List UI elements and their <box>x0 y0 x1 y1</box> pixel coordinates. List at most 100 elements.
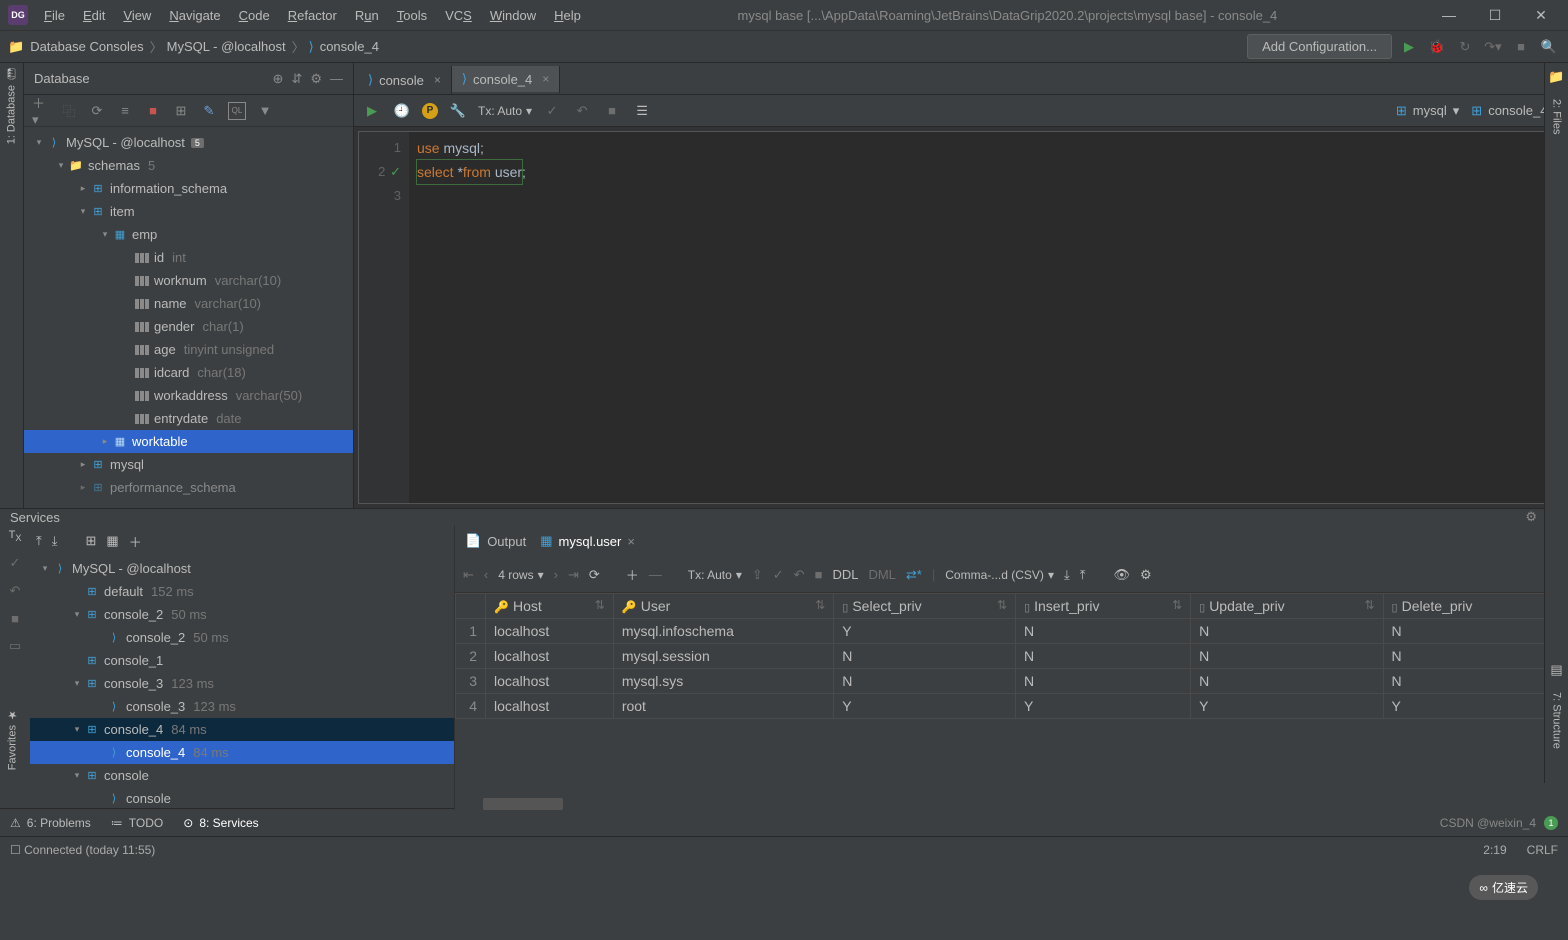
cell[interactable]: Y <box>834 619 1016 644</box>
rows-count[interactable]: 4 rows ▾ <box>498 568 543 582</box>
services-tree-item[interactable]: ⟩console <box>30 787 454 810</box>
sort-icon[interactable]: ⇅ <box>997 598 1007 612</box>
structure-icon[interactable]: ▤ <box>1550 662 1562 678</box>
sort-icon[interactable]: ⇅ <box>815 598 825 612</box>
commit-icon[interactable]: ✓ <box>542 101 562 121</box>
sort-icon[interactable]: ⇅ <box>1172 598 1182 612</box>
stop-icon[interactable]: ■ <box>1510 36 1532 58</box>
services-tree[interactable]: ▾⟩ MySQL - @localhost ⊞default152 ms▾⊞co… <box>30 557 454 810</box>
problems-button[interactable]: ⚠6: Problems <box>10 816 91 830</box>
tree-schema-item[interactable]: ▾⊞ item <box>24 200 353 223</box>
add-configuration-button[interactable]: Add Configuration... <box>1247 34 1392 59</box>
table-icon[interactable]: ⊞ <box>172 102 190 120</box>
remove-row-icon[interactable]: — <box>649 567 662 582</box>
tree-column[interactable]: namevarchar(10) <box>24 292 353 315</box>
tree-column[interactable]: agetinyint unsigned <box>24 338 353 361</box>
cell[interactable]: mysql.infoschema <box>613 619 833 644</box>
explain-icon[interactable]: P <box>422 103 438 119</box>
tab-console[interactable]: ⟩ console × <box>358 66 452 94</box>
collapse-all-icon[interactable]: ⤓ <box>52 533 58 549</box>
tree-column[interactable]: idint <box>24 246 353 269</box>
cell[interactable]: N <box>1016 644 1191 669</box>
code-area[interactable]: use mysql; select *from user; <box>409 132 1563 503</box>
prev-page-icon[interactable]: ‹ <box>484 567 488 582</box>
cell[interactable]: N <box>1383 644 1567 669</box>
breadcrumb-console[interactable]: ⟩ console_4 <box>309 39 379 55</box>
tree-column[interactable]: workaddressvarchar(50) <box>24 384 353 407</box>
compare-icon[interactable]: ⇄* <box>906 567 922 583</box>
dml-button[interactable]: DML <box>868 567 895 582</box>
funnel-icon[interactable]: ▼ <box>256 102 274 120</box>
code-editor[interactable]: 1 2 ✓ 3 use mysql; select *from user; ✓ <box>358 131 1564 504</box>
submit-icon[interactable]: ⇪ <box>752 567 763 583</box>
column-header[interactable]: 🔑User⇅ <box>613 594 833 619</box>
export-icon[interactable]: ⤓ <box>1064 567 1070 583</box>
tree-table-emp[interactable]: ▾▦ emp <box>24 223 353 246</box>
services-tree-item[interactable]: ▾⊞console <box>30 764 454 787</box>
folder-icon[interactable]: 📁 <box>1548 69 1564 85</box>
sort-icon[interactable]: ⇅ <box>1364 598 1374 612</box>
tab-mysql-user[interactable]: ▦mysql.user × <box>540 533 635 549</box>
cell[interactable]: N <box>834 644 1016 669</box>
services-tree-item[interactable]: ▾⊞console_250 ms <box>30 603 454 626</box>
stop-red-icon[interactable]: ■ <box>144 102 162 120</box>
column-header[interactable]: 🔑Host⇅ <box>486 594 614 619</box>
menu-view[interactable]: View <box>115 4 159 27</box>
minimize-button[interactable]: — <box>1426 0 1472 31</box>
breadcrumb-root[interactable]: 📁 Database Consoles 〉 <box>8 37 163 56</box>
close-icon[interactable]: × <box>542 72 549 86</box>
add-row-icon[interactable]: ＋ <box>626 565 639 584</box>
sort-icon[interactable]: ⇅ <box>595 598 605 612</box>
menu-run[interactable]: Run <box>347 4 387 27</box>
add-service-icon[interactable]: ＋ <box>129 532 142 551</box>
services-tree-item[interactable]: ⊞default152 ms <box>30 580 454 603</box>
result-grid[interactable]: 🔑Host⇅🔑User⇅▯Select_priv⇅▯Insert_priv⇅▯U… <box>455 593 1568 796</box>
cell[interactable]: Y <box>1016 694 1191 719</box>
line-ending[interactable]: CRLF <box>1527 843 1558 857</box>
caret-position[interactable]: 2:19 <box>1483 843 1506 857</box>
column-header[interactable]: ▯Insert_priv⇅ <box>1016 594 1191 619</box>
cell[interactable]: localhost <box>486 619 614 644</box>
menu-vcs[interactable]: VCS <box>437 4 480 27</box>
services-tree-root[interactable]: ▾⟩ MySQL - @localhost <box>30 557 454 580</box>
services-tree-item[interactable]: ⟩console_250 ms <box>30 626 454 649</box>
cell[interactable]: Y <box>834 694 1016 719</box>
tab-console-4[interactable]: ⟩ console_4 × <box>452 66 560 94</box>
collapse-icon[interactable]: ⇵ <box>291 71 302 87</box>
gear-icon[interactable]: ⚙ <box>1525 509 1537 525</box>
locate-icon[interactable]: ⊕ <box>273 71 284 87</box>
database-tree[interactable]: ▾⟩ MySQL - @localhost 5 ▾📁 schemas 5 ▸⊞ … <box>24 127 353 508</box>
services-tree-item[interactable]: ▾⊞console_3123 ms <box>30 672 454 695</box>
next-page-icon[interactable]: › <box>554 567 558 582</box>
cell[interactable]: mysql.sys <box>613 669 833 694</box>
group-icon[interactable]: ⊞ <box>86 533 97 549</box>
copy-icon[interactable]: ⿻ <box>60 102 78 120</box>
rollback-icon[interactable]: ↶ <box>572 101 592 121</box>
search-icon[interactable]: 🔍 <box>1538 36 1560 58</box>
tree-column[interactable]: genderchar(1) <box>24 315 353 338</box>
cell[interactable]: root <box>613 694 833 719</box>
row-number[interactable]: 2 <box>456 644 486 669</box>
tree-column[interactable]: worknumvarchar(10) <box>24 269 353 292</box>
cell[interactable]: localhost <box>486 644 614 669</box>
cell[interactable]: N <box>1191 669 1383 694</box>
menu-tools[interactable]: Tools <box>389 4 435 27</box>
column-header[interactable]: ▯Select_priv⇅ <box>834 594 1016 619</box>
tx-mode-result[interactable]: Tx: Auto ▾ <box>688 568 742 582</box>
sidebar-favorites-tab[interactable]: Favorites ★ <box>6 708 19 770</box>
horizontal-scrollbar[interactable] <box>483 798 563 810</box>
stepover-icon[interactable]: ↷▾ <box>1482 36 1504 58</box>
rerun-icon[interactable]: ↻ <box>1454 36 1476 58</box>
services-tree-item[interactable]: ⟩console_484 ms <box>30 741 454 764</box>
stop-icon[interactable]: ■ <box>602 101 622 121</box>
cell[interactable]: N <box>1016 669 1191 694</box>
cell[interactable]: Y <box>1383 694 1567 719</box>
cell[interactable]: N <box>1191 644 1383 669</box>
hide-icon[interactable]: — <box>330 71 343 87</box>
column-header[interactable]: ▯Update_priv⇅ <box>1191 594 1383 619</box>
run-icon[interactable]: ▶ <box>1398 36 1420 58</box>
sidebar-files-tab[interactable]: 2: Files <box>1549 95 1565 138</box>
revert-icon[interactable]: ↶ <box>794 567 805 583</box>
commit-icon[interactable]: ✓ <box>773 567 784 583</box>
tx-mode-select[interactable]: Tx: Auto ▾ <box>478 104 532 118</box>
